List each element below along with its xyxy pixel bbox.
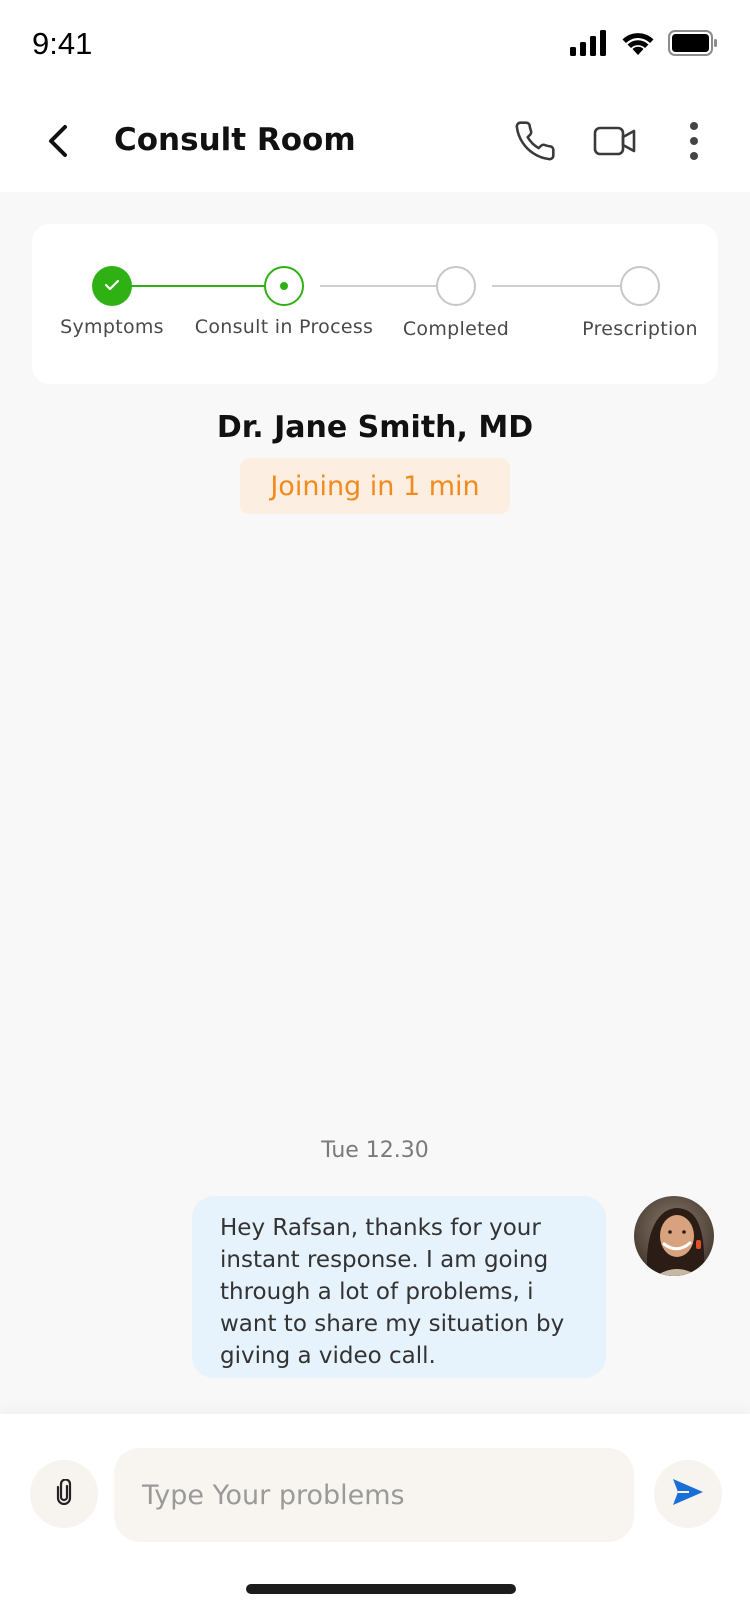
consult-progress-stepper: Symptoms Consult in Process Completed Pr…	[32, 224, 718, 384]
home-indicator	[246, 1584, 516, 1594]
send-icon	[671, 1477, 705, 1511]
send-button[interactable]	[654, 1460, 722, 1528]
more-vertical-icon	[688, 121, 700, 165]
avatar	[634, 1196, 714, 1276]
status-icons	[570, 30, 718, 60]
back-button[interactable]	[36, 116, 80, 170]
step-label-completed: Completed	[402, 318, 510, 340]
joining-status-badge: Joining in 1 min	[240, 458, 510, 514]
checkmark-icon	[104, 277, 120, 296]
doctor-name: Dr. Jane Smith, MD	[216, 410, 534, 445]
chevron-left-icon	[45, 124, 71, 162]
active-dot	[280, 282, 288, 290]
step-label-symptoms: Symptoms	[60, 316, 164, 338]
message-input[interactable]	[114, 1448, 634, 1542]
status-bar: 9:41	[0, 0, 750, 94]
battery-icon	[668, 30, 718, 60]
voice-call-button[interactable]	[510, 116, 560, 170]
cellular-signal-icon	[570, 30, 608, 60]
chat-day-label: Tue 12.30	[321, 1138, 429, 1163]
step-connector-pending	[320, 285, 452, 287]
step-consult-indicator	[264, 266, 304, 306]
phone-icon	[513, 119, 557, 167]
step-prescription-indicator	[620, 266, 660, 306]
more-options-button[interactable]	[676, 116, 712, 170]
app-header: Consult Room	[0, 94, 750, 192]
video-call-button[interactable]	[590, 116, 640, 170]
message-composer	[0, 1414, 750, 1624]
video-camera-icon	[593, 124, 637, 162]
step-connector-done	[112, 285, 280, 287]
step-completed-indicator	[436, 266, 476, 306]
page-title: Consult Room	[114, 122, 356, 158]
step-symptoms-indicator	[92, 266, 132, 306]
wifi-icon	[620, 30, 656, 60]
paperclip-icon	[55, 1478, 73, 1509]
step-label-consult: Consult in Process	[194, 316, 374, 338]
attach-button[interactable]	[30, 1460, 98, 1528]
message-bubble: Hey Rafsan, thanks for your instant resp…	[192, 1196, 606, 1378]
status-time: 9:41	[32, 26, 93, 61]
step-label-prescription: Prescription	[582, 318, 698, 340]
